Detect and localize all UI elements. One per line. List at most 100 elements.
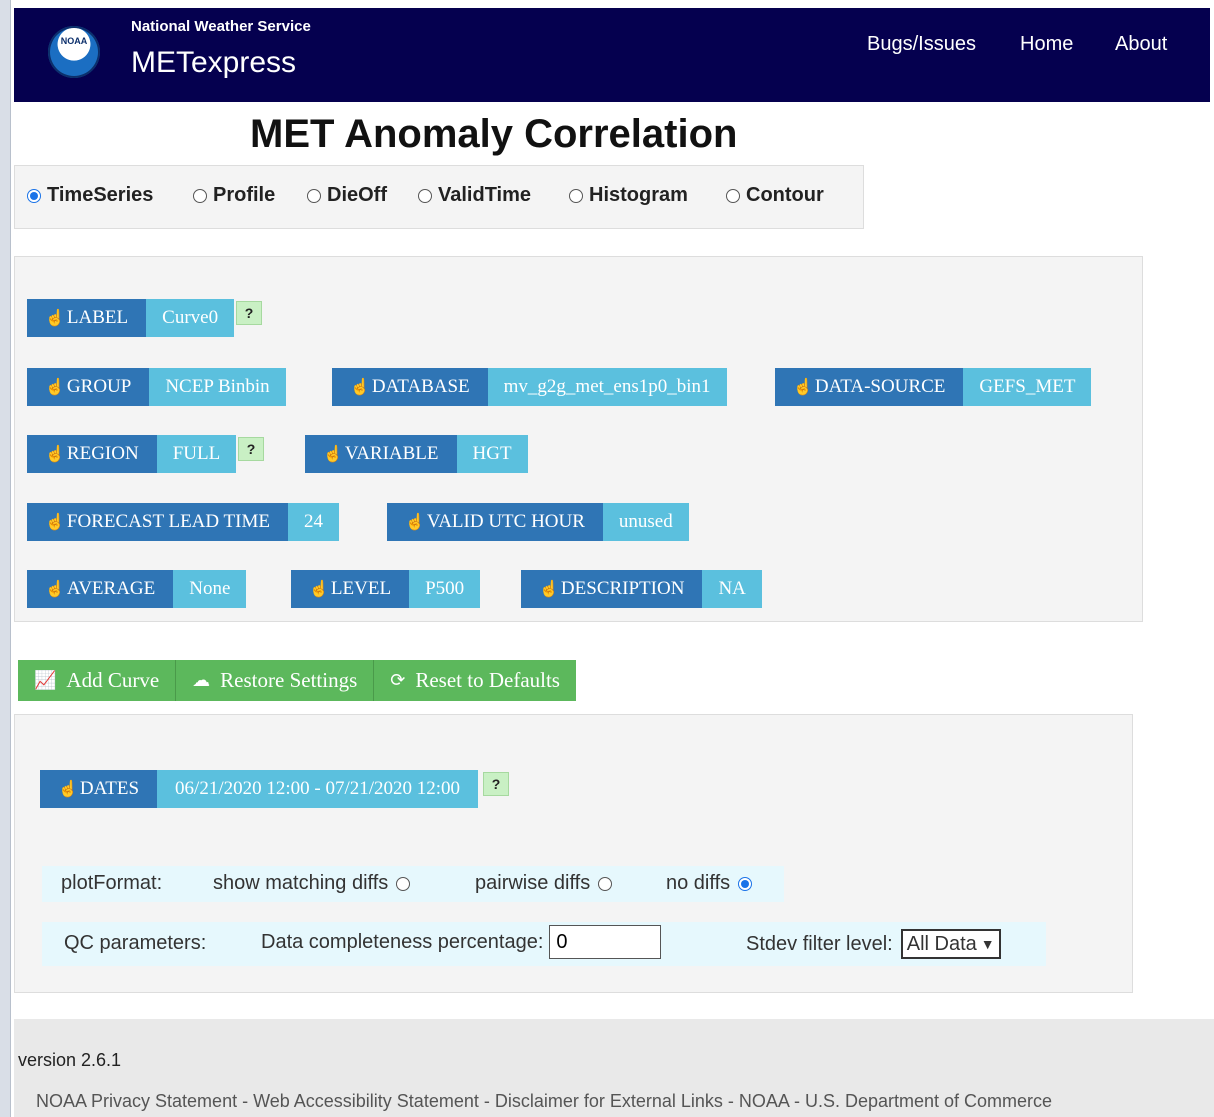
plot-type-profile[interactable]: Profile (193, 184, 275, 207)
footer-links: NOAA Privacy Statement - Web Accessibili… (36, 1091, 1052, 1112)
param-forecast-lead-value[interactable]: 24 (287, 503, 339, 541)
plot-format-option-label: show matching diffs (213, 872, 389, 894)
plot-format-matching[interactable]: show matching diffs (213, 872, 416, 895)
param-variable-value[interactable]: HGT (456, 435, 528, 473)
param-dates-button[interactable]: ☝ DATES (40, 770, 158, 808)
param-description-value[interactable]: NA (702, 570, 762, 608)
param-level: ☝ LEVEL P500 (291, 570, 481, 608)
line-chart-icon: 📈 (34, 670, 57, 690)
radio-icon[interactable] (726, 188, 740, 203)
param-data-source-value[interactable]: GEFS_MET (963, 368, 1092, 406)
plot-format-pairwise[interactable]: pairwise diffs (475, 872, 618, 895)
plot-type-validtime[interactable]: ValidTime (418, 184, 531, 207)
pointing-hand-icon: ☝ (350, 379, 370, 396)
param-key-text: AVERAGE (66, 578, 156, 599)
qc-parameters-row: QC parameters: Data completeness percent… (42, 922, 1046, 966)
param-average-value[interactable]: None (173, 570, 247, 608)
footer-separator: - (722, 1091, 739, 1111)
pointing-hand-icon: ☝ (45, 581, 65, 598)
stdev-filter-value: All Data (906, 932, 977, 955)
param-key-text: DESCRIPTION (560, 578, 685, 599)
param-forecast-lead-button[interactable]: ☝ FORECAST LEAD TIME (27, 503, 288, 541)
radio-icon[interactable] (569, 188, 583, 203)
radio-selected-icon[interactable] (27, 188, 41, 203)
param-key-text: VARIABLE (344, 443, 439, 464)
plot-type-contour[interactable]: Contour (726, 184, 824, 207)
param-data-source-button[interactable]: ☝ DATA-SOURCE (775, 368, 964, 406)
radio-selected-icon[interactable] (738, 876, 753, 891)
param-level-button[interactable]: ☝ LEVEL (291, 570, 410, 608)
plot-type-histogram[interactable]: Histogram (569, 184, 688, 207)
refresh-icon: ⟳ (390, 670, 406, 690)
version-text: version 2.6.1 (18, 1050, 122, 1070)
param-dates-value[interactable]: 06/21/2020 12:00 - 07/21/2020 12:00 (157, 770, 479, 808)
param-group-button[interactable]: ☝ GROUP (27, 368, 150, 406)
pointing-hand-icon: ☝ (45, 379, 65, 396)
add-curve-button[interactable]: 📈 Add Curve (18, 660, 177, 701)
param-region-button[interactable]: ☝ REGION (27, 435, 157, 473)
param-region-value[interactable]: FULL (156, 435, 237, 473)
cloud-upload-icon: ☁ (192, 670, 211, 690)
radio-icon[interactable] (598, 876, 613, 891)
param-key-text: VALID UTC HOUR (426, 511, 585, 532)
plot-type-label: TimeSeries (47, 184, 154, 206)
plot-type-dieoff[interactable]: DieOff (307, 184, 387, 207)
reset-defaults-button[interactable]: ⟳ Reset to Defaults (374, 660, 576, 701)
footer-link-noaa[interactable]: NOAA (739, 1091, 789, 1111)
param-description: ☝ DESCRIPTION NA (521, 570, 762, 608)
param-group: ☝ GROUP NCEP Binbin (27, 368, 286, 406)
param-valid-utc-value[interactable]: unused (602, 503, 689, 541)
param-dates: ☝ DATES 06/21/2020 12:00 - 07/21/2020 12:… (40, 770, 479, 808)
plot-format-option-label: no diffs (666, 872, 731, 894)
footer-link-accessibility[interactable]: Web Accessibility Statement (253, 1091, 479, 1111)
page-title: MET Anomaly Correlation (250, 112, 738, 156)
plot-type-timeseries[interactable]: TimeSeries (27, 184, 153, 207)
noaa-logo[interactable]: NOAA (48, 26, 100, 78)
radio-icon[interactable] (418, 188, 432, 203)
brand-title[interactable]: METexpress (131, 46, 296, 80)
param-average-button[interactable]: ☝ AVERAGE (27, 570, 174, 608)
plot-format-nodiffs[interactable]: no diffs (666, 872, 758, 895)
param-database-button[interactable]: ☝ DATABASE (332, 368, 488, 406)
radio-icon[interactable] (193, 188, 207, 203)
param-key-text: REGION (66, 443, 139, 464)
param-valid-utc-button[interactable]: ☝ VALID UTC HOUR (387, 503, 603, 541)
data-completeness-input[interactable] (549, 925, 662, 959)
footer-link-privacy[interactable]: NOAA Privacy Statement (36, 1091, 237, 1111)
qc-stdev-group: Stdev filter level: All Data ▼ (746, 929, 1001, 959)
help-button-label[interactable]: ? (236, 301, 262, 325)
param-key-text: DATABASE (371, 376, 470, 397)
param-variable-button[interactable]: ☝ VARIABLE (305, 435, 457, 473)
brand-subtitle: National Weather Service (131, 18, 311, 35)
param-level-value[interactable]: P500 (409, 570, 481, 608)
param-data-source: ☝ DATA-SOURCE GEFS_MET (775, 368, 1092, 406)
help-button-dates[interactable]: ? (483, 772, 509, 796)
plot-type-label: Profile (213, 184, 276, 206)
param-average: ☝ AVERAGE None (27, 570, 247, 608)
param-label-value[interactable]: Curve0 (146, 299, 235, 337)
radio-icon[interactable] (307, 188, 321, 203)
param-key-text: LABEL (66, 307, 129, 328)
plot-format-option-label: pairwise diffs (475, 872, 591, 894)
plot-type-label: Histogram (589, 184, 688, 206)
plot-format-row: plotFormat: show matching diffs pairwise… (42, 866, 784, 902)
stdev-filter-select[interactable]: All Data ▼ (900, 929, 1001, 959)
param-group-value[interactable]: NCEP Binbin (149, 368, 286, 406)
help-button-region[interactable]: ? (238, 437, 264, 461)
restore-settings-button[interactable]: ☁ Restore Settings (176, 660, 375, 701)
pointing-hand-icon: ☝ (539, 581, 559, 598)
footer: version 2.6.1 NOAA Privacy Statement - W… (14, 1019, 1214, 1117)
footer-link-commerce[interactable]: U.S. Department of Commerce (805, 1091, 1052, 1111)
param-database-value[interactable]: mv_g2g_met_ens1p0_bin1 (487, 368, 727, 406)
footer-link-disclaimer[interactable]: Disclaimer for External Links (495, 1091, 723, 1111)
nav-link-about[interactable]: About (1115, 33, 1167, 56)
navbar: NOAA National Weather Service METexpress… (14, 8, 1210, 102)
param-key-text: DATES (79, 778, 140, 799)
param-label-button[interactable]: ☝ LABEL (27, 299, 147, 337)
footer-separator: - (788, 1091, 805, 1111)
radio-icon[interactable] (396, 876, 411, 891)
nav-link-home[interactable]: Home (1020, 33, 1073, 56)
nav-link-bugs[interactable]: Bugs/Issues (867, 33, 976, 56)
param-description-button[interactable]: ☝ DESCRIPTION (521, 570, 703, 608)
param-variable: ☝ VARIABLE HGT (305, 435, 528, 473)
